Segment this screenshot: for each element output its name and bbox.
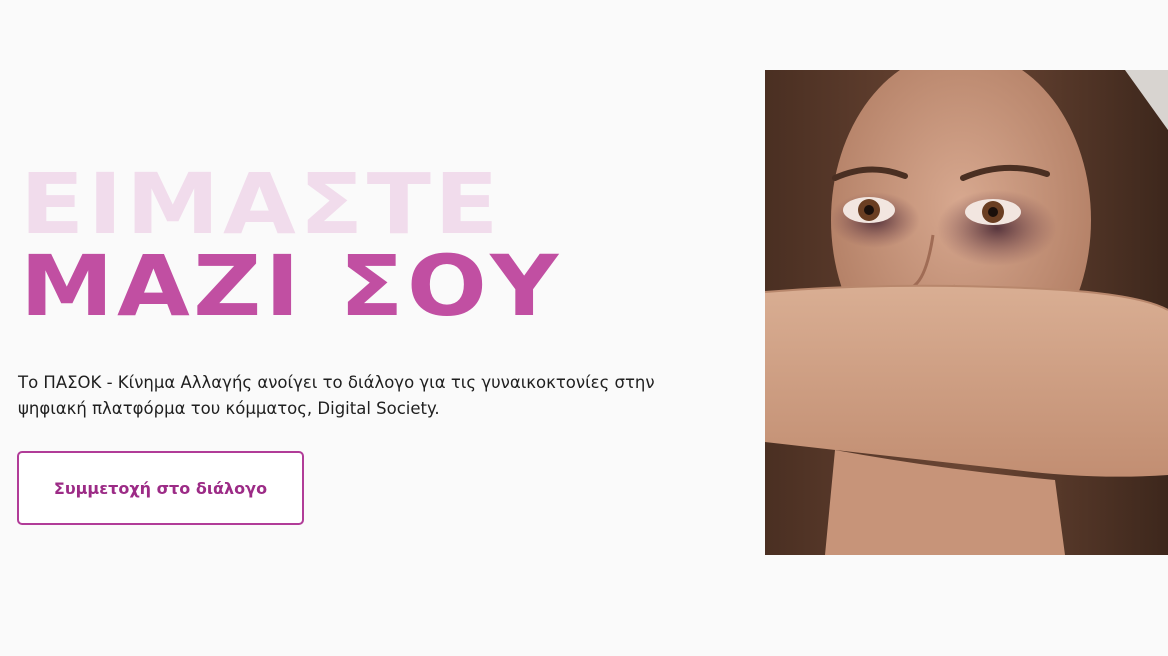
intro-text: Το ΠΑΣΟΚ - Κίνημα Αλλαγής ανοίγει το διά…: [18, 373, 655, 418]
join-dialogue-button[interactable]: Συμμετοχή στο διάλογο: [17, 451, 304, 525]
campaign-page: ΕΙΜΑΣΤΕ ΜΑΖΙ ΣΟΥ Το ΠΑΣΟΚ - Κίνημα Αλλαγ…: [0, 0, 1168, 656]
hero-photo-illustration: [765, 70, 1168, 555]
hero-photo: [765, 70, 1168, 555]
headline-line-2: ΜΑΖΙ ΣΟΥ: [20, 237, 562, 335]
headline-line-1: ΕΙΜΑΣΤΕ: [20, 155, 502, 253]
campaign-headline: ΕΙΜΑΣΤΕ ΜΑΖΙ ΣΟΥ: [20, 162, 558, 328]
